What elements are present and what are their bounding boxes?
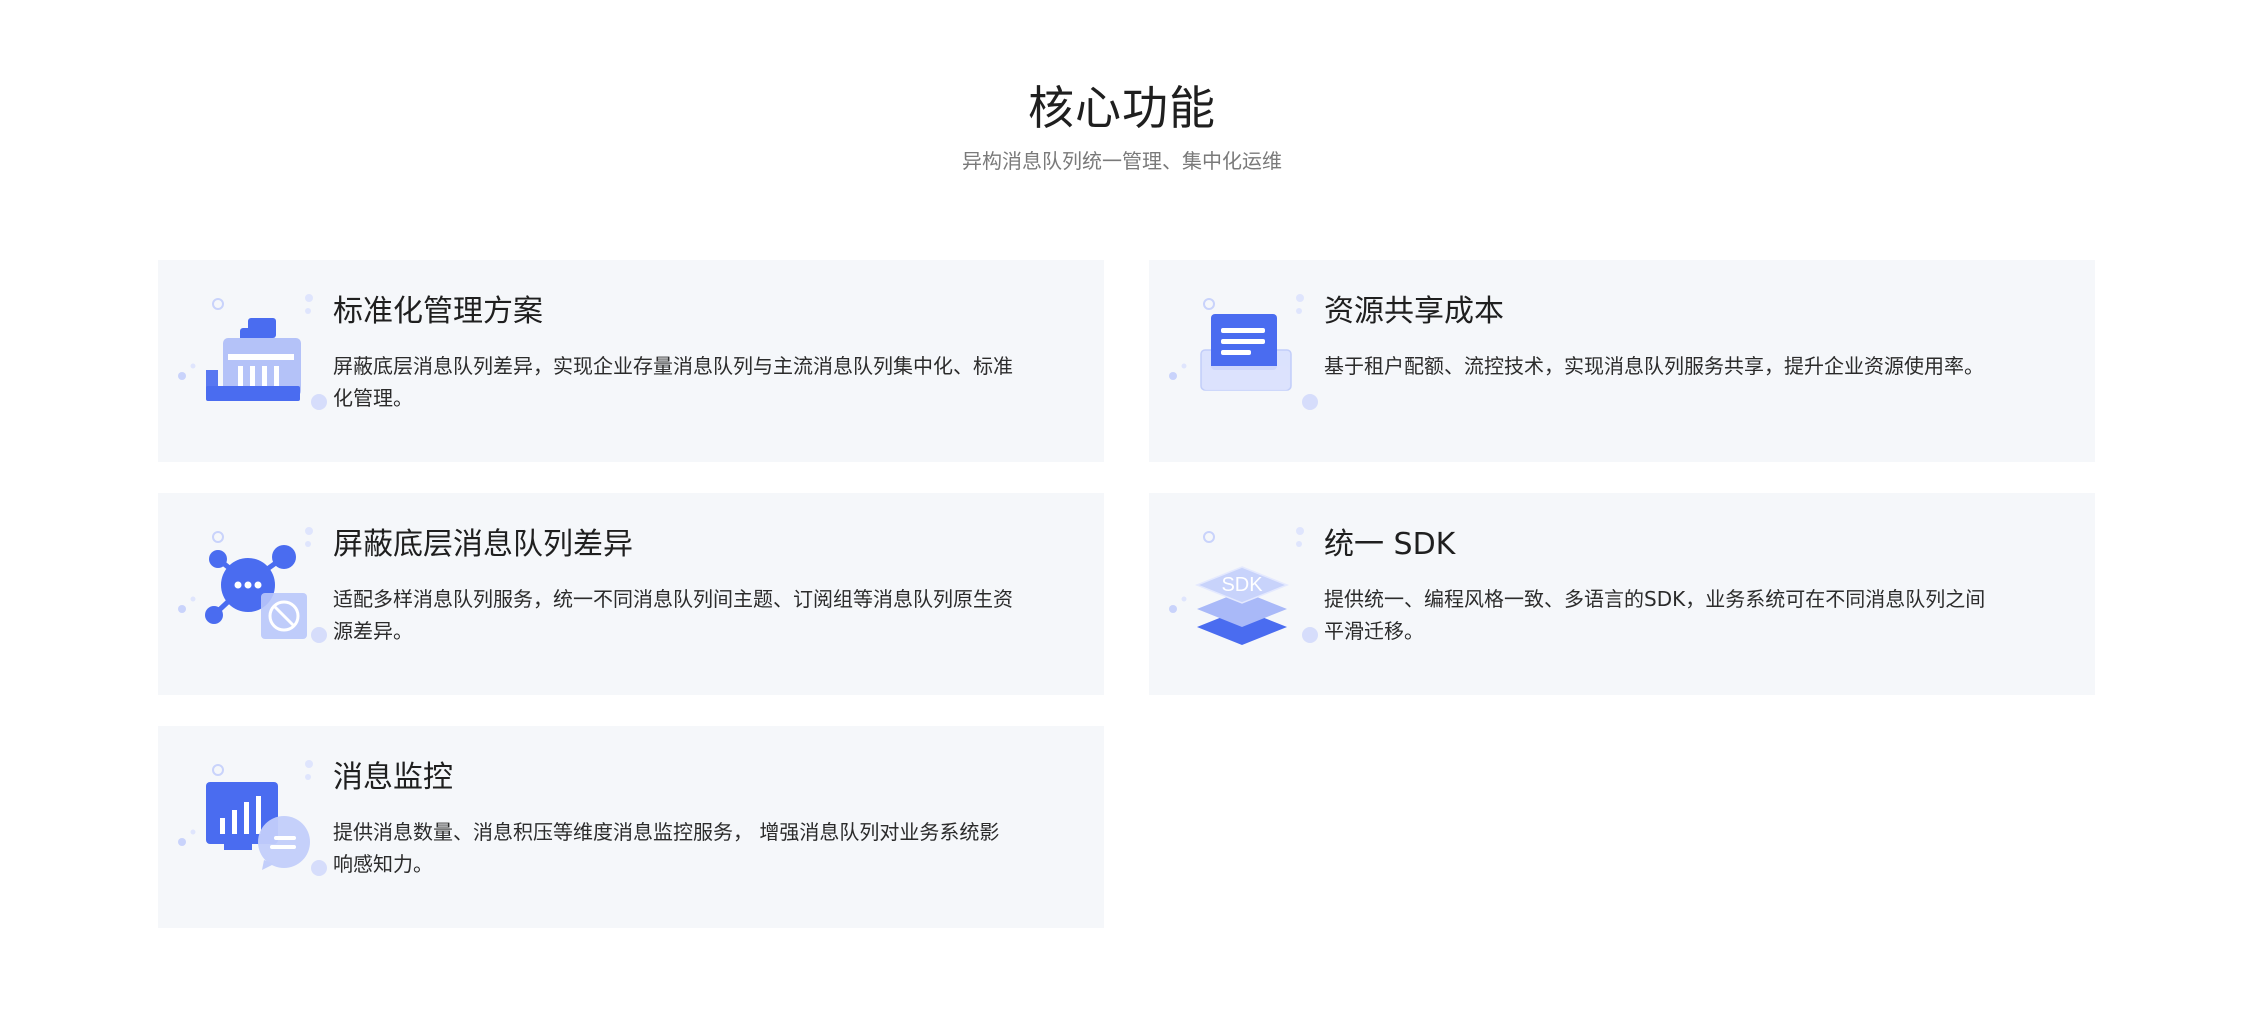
section-subtitle: 异构消息队列统一管理、集中化运维	[962, 149, 1282, 173]
card-description: 提供统一、编程风格一致、多语言的SDK，业务系统可在不同消息队列之间平滑迁移。	[1324, 587, 1986, 643]
card-description: 提供消息数量、消息积压等维度消息监控服务， 增强消息队列对业务系统影响感知力。	[333, 820, 1000, 876]
card-description: 适配多样消息队列服务，统一不同消息队列间主题、订阅组等消息队列原生资源差异。	[333, 587, 1013, 643]
document-share-icon	[1157, 290, 1327, 430]
feature-card-unified-sdk: SDK 统一 SDK 提供统一、编程风格一致、多语言的SDK，业务系统可在不同消…	[1149, 493, 2095, 695]
card-description: 基于租户配额、流控技术，实现消息队列服务共享，提升企业资源使用率。	[1324, 354, 1984, 378]
card-title: 标准化管理方案	[333, 294, 543, 329]
card-title: 统一 SDK	[1324, 527, 1456, 562]
feature-card-shield-differences: 屏蔽底层消息队列差异 适配多样消息队列服务，统一不同消息队列间主题、订阅组等消息…	[158, 493, 1104, 695]
feature-card-resource-sharing: 资源共享成本 基于租户配额、流控技术，实现消息队列服务共享，提升企业资源使用率。	[1149, 260, 2095, 462]
svg-text:SDK: SDK	[1221, 574, 1263, 596]
card-title: 屏蔽底层消息队列差异	[333, 527, 633, 562]
card-title: 消息监控	[333, 760, 453, 795]
section-title: 核心功能	[1028, 81, 1216, 135]
feature-card-standardized-management: 标准化管理方案 屏蔽底层消息队列差异，实现企业存量消息队列与主流消息队列集中化、…	[158, 260, 1104, 462]
feature-card-message-monitoring: 消息监控 提供消息数量、消息积压等维度消息监控服务， 增强消息队列对业务系统影响…	[158, 726, 1104, 928]
card-description: 屏蔽底层消息队列差异，实现企业存量消息队列与主流消息队列集中化、标准化管理。	[333, 354, 1013, 410]
server-management-icon	[166, 290, 336, 430]
network-block-icon	[166, 523, 336, 663]
monitor-chart-icon	[166, 756, 336, 896]
card-title: 资源共享成本	[1324, 294, 1504, 329]
sdk-layers-icon: SDK	[1157, 523, 1327, 663]
